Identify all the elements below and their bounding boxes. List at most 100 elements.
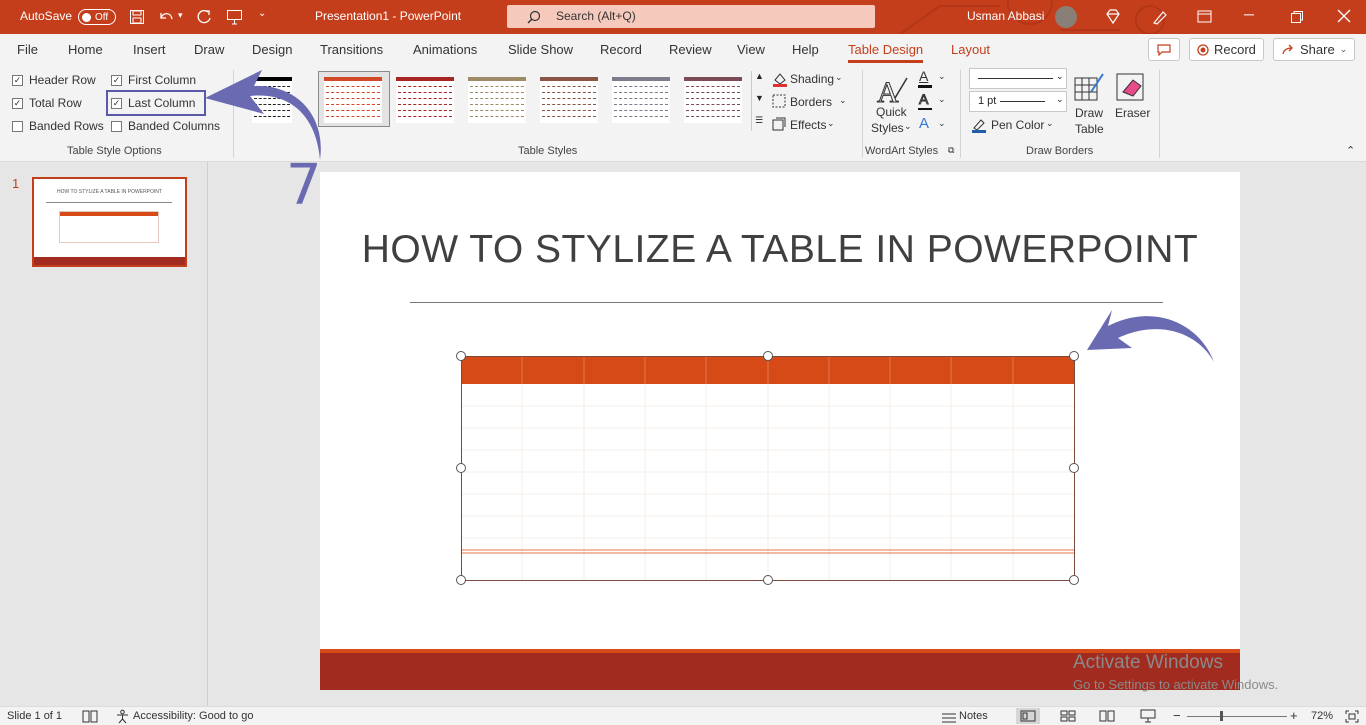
tab-home[interactable]: Home bbox=[68, 42, 103, 57]
tab-review[interactable]: Review bbox=[669, 42, 712, 57]
resize-handle[interactable] bbox=[763, 351, 773, 361]
tab-design[interactable]: Design bbox=[252, 42, 292, 57]
gallery-down-icon[interactable]: ▼ bbox=[755, 93, 764, 103]
wordart-dialog-launcher-icon[interactable]: ⧉ bbox=[948, 145, 954, 156]
resize-handle[interactable] bbox=[456, 463, 466, 473]
search-box[interactable]: Search (Alt+Q) bbox=[507, 5, 875, 28]
tab-draw[interactable]: Draw bbox=[194, 42, 224, 57]
customize-toolbar-icon[interactable]: ⌄ bbox=[258, 8, 266, 19]
table-style-option[interactable] bbox=[252, 77, 292, 123]
maximize-icon[interactable] bbox=[1290, 10, 1304, 24]
tab-record[interactable]: Record bbox=[600, 42, 642, 57]
borders-dropdown-icon[interactable]: ⌄ bbox=[839, 95, 847, 106]
draw-table-label-2[interactable]: Table bbox=[1075, 122, 1104, 136]
save-icon[interactable] bbox=[129, 9, 145, 25]
text-effects-icon[interactable]: A bbox=[919, 115, 929, 132]
pen-style-select[interactable]: ⌄ bbox=[969, 68, 1067, 89]
text-fill-icon[interactable]: A bbox=[919, 68, 928, 84]
zoom-slider[interactable] bbox=[1187, 711, 1287, 721]
tab-transitions[interactable]: Transitions bbox=[320, 42, 383, 57]
shading-button[interactable]: Shading bbox=[790, 72, 834, 86]
table-style-option[interactable] bbox=[612, 77, 670, 123]
tab-layout[interactable]: Layout bbox=[951, 42, 990, 57]
table-style-option[interactable] bbox=[396, 77, 454, 123]
accessibility-icon[interactable] bbox=[115, 709, 130, 724]
zoom-out-icon[interactable]: − bbox=[1173, 708, 1181, 723]
resize-handle[interactable] bbox=[456, 575, 466, 585]
resize-handle[interactable] bbox=[763, 575, 773, 585]
resize-handle[interactable] bbox=[456, 351, 466, 361]
user-name[interactable]: Usman Abbasi bbox=[967, 9, 1044, 23]
zoom-level[interactable]: 72% bbox=[1311, 710, 1333, 722]
share-button[interactable]: Share ⌄ bbox=[1273, 38, 1356, 61]
total-row-checkbox[interactable]: ✓ Total Row bbox=[12, 96, 82, 110]
last-column-checkbox[interactable]: ✓ Last Column bbox=[111, 96, 195, 110]
spelling-check-icon[interactable] bbox=[82, 710, 98, 723]
resize-handle[interactable] bbox=[1069, 463, 1079, 473]
header-row-checkbox[interactable]: ✓ Header Row bbox=[12, 73, 96, 87]
pen-color-dropdown-icon[interactable]: ⌄ bbox=[1046, 118, 1054, 129]
text-outline-dropdown-icon[interactable]: ⌄ bbox=[938, 94, 946, 105]
normal-view-icon[interactable] bbox=[1020, 710, 1036, 722]
borders-button[interactable]: Borders bbox=[790, 95, 832, 109]
tab-table-design[interactable]: Table Design bbox=[848, 42, 924, 63]
resize-handle[interactable] bbox=[1069, 351, 1079, 361]
tab-file[interactable]: File bbox=[17, 42, 38, 57]
table-style-option[interactable] bbox=[324, 77, 382, 123]
text-effects-dropdown-icon[interactable]: ⌄ bbox=[938, 118, 946, 129]
premium-diamond-icon[interactable] bbox=[1104, 8, 1122, 26]
redo-icon[interactable] bbox=[195, 8, 213, 26]
gallery-up-icon[interactable]: ▲ bbox=[755, 71, 764, 81]
quick-styles-label-2[interactable]: Styles bbox=[871, 121, 904, 135]
pen-weight-select[interactable]: 1 pt ⌄ bbox=[969, 91, 1067, 112]
quick-styles-dropdown-icon[interactable]: ⌄ bbox=[904, 121, 912, 132]
first-column-checkbox[interactable]: ✓ First Column bbox=[111, 73, 196, 87]
avatar[interactable] bbox=[1055, 6, 1077, 28]
undo-dropdown-icon[interactable]: ▾ bbox=[178, 10, 183, 21]
effects-dropdown-icon[interactable]: ⌄ bbox=[827, 118, 835, 129]
effects-button[interactable]: Effects bbox=[790, 118, 826, 132]
comments-button[interactable] bbox=[1148, 38, 1180, 61]
slide-thumbnail[interactable]: HOW TO STYLIZE A TABLE IN POWERPOINT bbox=[32, 177, 187, 267]
tab-insert[interactable]: Insert bbox=[133, 42, 166, 57]
slide-title[interactable]: HOW TO STYLIZE A TABLE IN POWERPOINT bbox=[320, 228, 1240, 272]
eraser-label[interactable]: Eraser bbox=[1115, 106, 1150, 120]
slide-canvas[interactable]: HOW TO STYLIZE A TABLE IN POWERPOINT Act… bbox=[320, 172, 1240, 690]
slide-sorter-icon[interactable] bbox=[1060, 710, 1076, 722]
gallery-more-icon[interactable]: ☰ bbox=[755, 115, 763, 126]
minimize-icon[interactable]: ─ bbox=[1244, 6, 1254, 22]
slide-table[interactable] bbox=[461, 356, 1075, 581]
pen-color-button[interactable]: Pen Color bbox=[991, 118, 1044, 132]
notes-button[interactable]: Notes bbox=[959, 710, 988, 722]
quick-styles-label-1[interactable]: Quick bbox=[876, 105, 907, 119]
slide-show-icon[interactable] bbox=[1140, 709, 1156, 723]
collapse-ribbon-icon[interactable]: ⌃ bbox=[1346, 144, 1355, 157]
table-style-option[interactable] bbox=[540, 77, 598, 123]
shading-dropdown-icon[interactable]: ⌄ bbox=[835, 72, 843, 83]
tab-help[interactable]: Help bbox=[792, 42, 819, 57]
table-style-option[interactable] bbox=[684, 77, 742, 123]
text-outline-icon[interactable]: A bbox=[918, 91, 928, 108]
designer-pen-icon[interactable] bbox=[1151, 8, 1169, 26]
accessibility-status[interactable]: Accessibility: Good to go bbox=[133, 710, 253, 722]
reading-view-icon[interactable] bbox=[1099, 710, 1115, 722]
zoom-in-icon[interactable]: + bbox=[1290, 708, 1298, 723]
ribbon-display-icon[interactable] bbox=[1197, 10, 1213, 24]
autosave-toggle[interactable]: Off bbox=[78, 9, 116, 25]
tab-view[interactable]: View bbox=[737, 42, 765, 57]
fit-slide-icon[interactable] bbox=[1345, 710, 1359, 723]
present-from-beginning-icon[interactable] bbox=[226, 9, 244, 25]
banded-rows-checkbox[interactable]: Banded Rows bbox=[12, 119, 104, 133]
record-button[interactable]: Record bbox=[1189, 38, 1264, 61]
tab-slide-show[interactable]: Slide Show bbox=[508, 42, 573, 57]
tab-animations[interactable]: Animations bbox=[413, 42, 477, 57]
undo-icon[interactable] bbox=[157, 9, 175, 25]
gallery-scroll[interactable]: ▲ ▼ ☰ bbox=[751, 71, 765, 131]
table-style-option[interactable] bbox=[468, 77, 526, 123]
draw-table-label-1[interactable]: Draw bbox=[1075, 106, 1103, 120]
text-fill-dropdown-icon[interactable]: ⌄ bbox=[938, 71, 946, 82]
resize-handle[interactable] bbox=[1069, 575, 1079, 585]
table-styles-gallery[interactable] bbox=[242, 64, 762, 134]
zoom-slider-thumb[interactable] bbox=[1220, 711, 1223, 721]
banded-columns-checkbox[interactable]: Banded Columns bbox=[111, 119, 220, 133]
